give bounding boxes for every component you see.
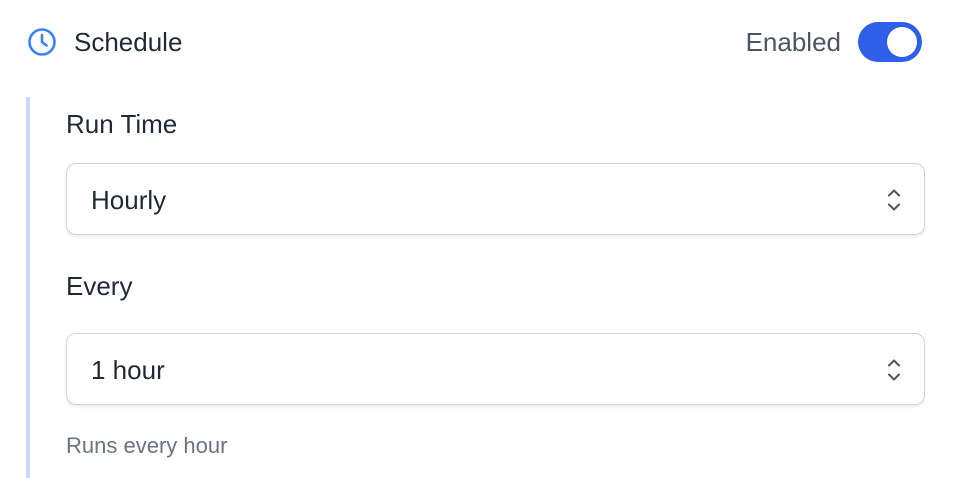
run-time-selected-value: Hourly [91,185,167,215]
every-selected-value: 1 hour [91,355,165,385]
every-select[interactable]: 1 hour [66,333,925,405]
chevron-updown-icon [886,186,902,214]
every-label: Every [66,271,133,301]
chevron-updown-icon [886,356,902,384]
clock-icon [26,26,58,58]
schedule-title: Schedule [74,27,183,57]
toggle-knob [887,27,917,57]
schedule-help-text: Runs every hour [66,433,228,458]
run-time-select[interactable]: Hourly [66,163,925,235]
enabled-label: Enabled [745,27,841,57]
schedule-settings-section: Run Time Hourly Every 1 hour Runs every … [26,97,926,478]
run-time-label: Run Time [66,109,178,139]
enabled-toggle[interactable] [858,22,922,62]
schedule-header: Schedule Enabled [0,0,960,84]
